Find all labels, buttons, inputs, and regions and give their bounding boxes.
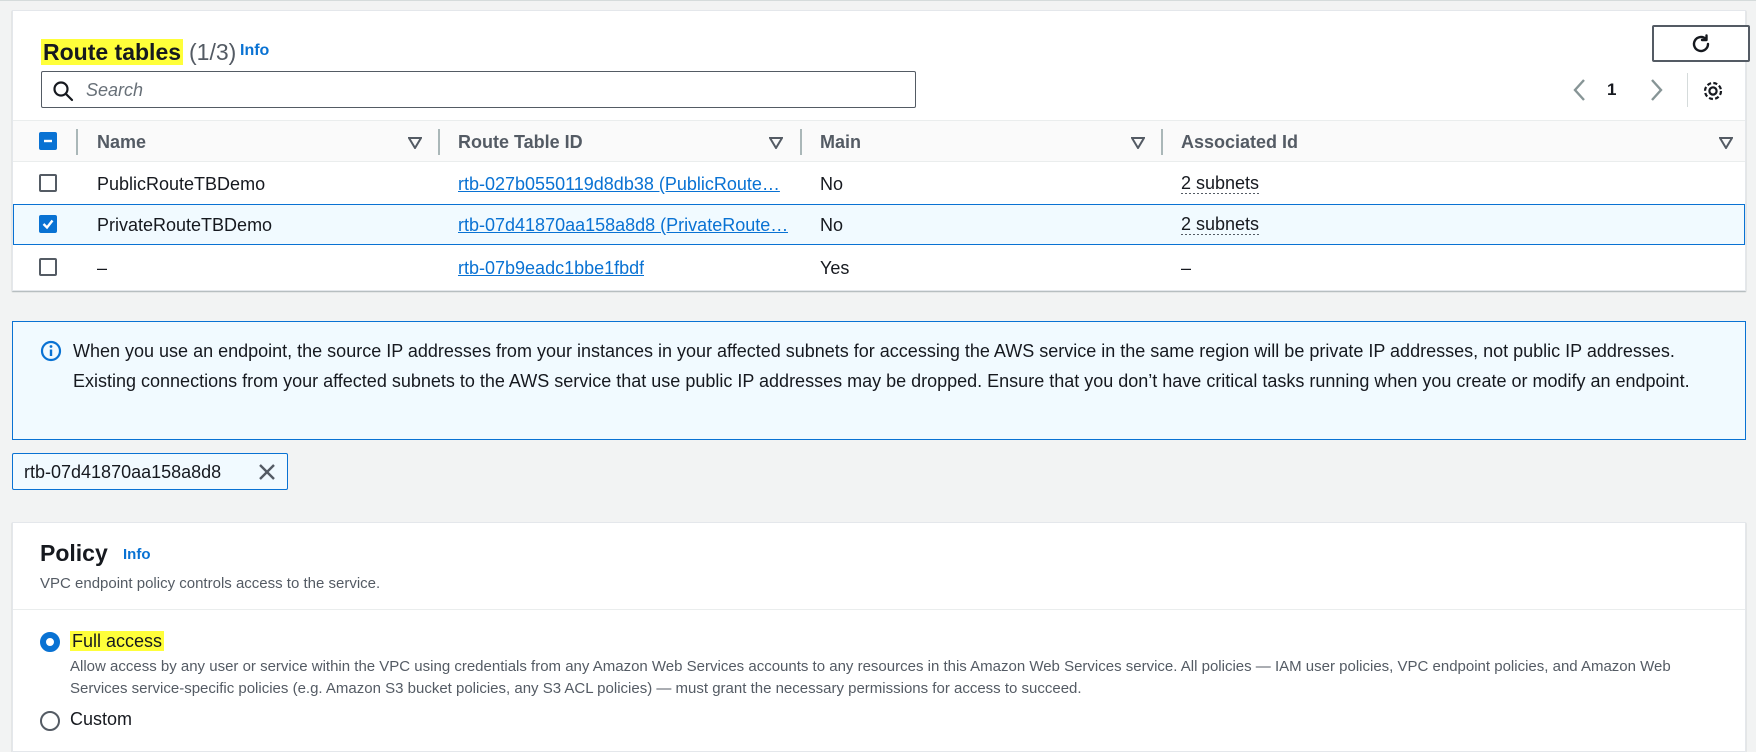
table-row[interactable]: PublicRouteTBDemo rtb-027b0550119d8db38 … [13, 163, 1745, 205]
column-divider[interactable] [1161, 129, 1163, 155]
chevron-left-icon[interactable] [1570, 77, 1590, 103]
column-header-associated-id[interactable]: Associated Id [1181, 132, 1298, 153]
associated-subnets[interactable]: 2 subnets [1181, 173, 1260, 194]
route-tables-title: Route tables [41, 39, 184, 65]
row-name: PublicRouteTBDemo [97, 174, 266, 194]
policy-panel: Policy Info VPC endpoint policy controls… [12, 522, 1746, 752]
route-table-id-link[interactable]: rtb-07b9eadc1bbe1fbdf [458, 258, 644, 279]
policy-description: VPC endpoint policy controls access to t… [40, 575, 381, 592]
row-main: No [820, 215, 844, 235]
sort-caret-down-icon[interactable] [408, 137, 422, 149]
select-all-checkbox[interactable] [39, 132, 57, 150]
gear-icon[interactable] [1701, 79, 1725, 103]
refresh-button[interactable] [1652, 25, 1750, 62]
row-checkbox-checked[interactable] [39, 215, 57, 233]
row-main: Yes [820, 258, 850, 278]
alert-message: When you use an endpoint, the source IP … [73, 341, 1690, 391]
custom-label[interactable]: Custom [70, 709, 132, 730]
associated-subnets[interactable]: 2 subnets [1181, 214, 1260, 235]
indeterminate-icon [44, 139, 52, 143]
full-access-description: Allow access by any user or service with… [70, 658, 1671, 697]
search-field[interactable] [41, 71, 916, 108]
policy-info-link[interactable]: Info [123, 546, 151, 563]
current-page-number[interactable]: 1 [1607, 80, 1616, 100]
column-divider[interactable] [800, 129, 802, 155]
column-header-name[interactable]: Name [97, 132, 146, 153]
full-access-radio[interactable] [40, 632, 60, 652]
route-tables-info-link[interactable]: Info [240, 42, 269, 60]
close-icon[interactable] [256, 461, 278, 483]
row-name: PrivateRouteTBDemo [97, 215, 273, 235]
row-associated-id: – [1181, 258, 1192, 278]
info-alert: When you use an endpoint, the source IP … [12, 321, 1746, 440]
policy-divider [13, 609, 1745, 610]
sort-caret-down-icon[interactable] [1131, 137, 1145, 149]
full-access-label[interactable]: Full access [70, 631, 165, 652]
top-divider [0, 0, 1756, 1]
column-header-main[interactable]: Main [820, 132, 861, 153]
refresh-icon [1692, 33, 1710, 52]
custom-radio[interactable] [40, 711, 60, 731]
column-header-route-table-id[interactable]: Route Table ID [458, 132, 583, 153]
table-row[interactable]: – rtb-07b9eadc1bbe1fbdf Yes – [13, 247, 1745, 289]
route-tables-panel: Route tables (1/3) Info 1 Name [12, 10, 1750, 291]
search-icon [53, 81, 74, 102]
sort-caret-down-icon[interactable] [769, 137, 783, 149]
info-circle-icon [40, 340, 62, 362]
checkmark-icon [42, 219, 54, 230]
policy-title: Policy [40, 540, 108, 566]
selected-route-table-token: rtb-07d41870aa158a8d8 [12, 453, 288, 490]
table-row-selected[interactable]: PrivateRouteTBDemo rtb-07d41870aa158a8d8… [13, 204, 1745, 245]
pager-divider [1687, 73, 1688, 107]
selection-count: (1/3) [189, 39, 237, 65]
row-checkbox[interactable] [39, 258, 57, 276]
row-checkbox[interactable] [39, 174, 57, 192]
chevron-right-icon[interactable] [1646, 77, 1666, 103]
table-header: Name Route Table ID Main Associated Id [13, 120, 1745, 162]
row-name: – [97, 258, 108, 278]
route-table-id-link[interactable]: rtb-07d41870aa158a8d8 (PrivateRoute… [458, 215, 788, 236]
token-label: rtb-07d41870aa158a8d8 [24, 462, 222, 482]
column-divider [76, 129, 78, 155]
column-divider[interactable] [438, 129, 440, 155]
row-main: No [820, 174, 844, 194]
route-table-id-link[interactable]: rtb-027b0550119d8db38 (PublicRoute… [458, 174, 780, 195]
sort-caret-down-icon[interactable] [1719, 137, 1733, 149]
search-input[interactable] [84, 78, 904, 102]
